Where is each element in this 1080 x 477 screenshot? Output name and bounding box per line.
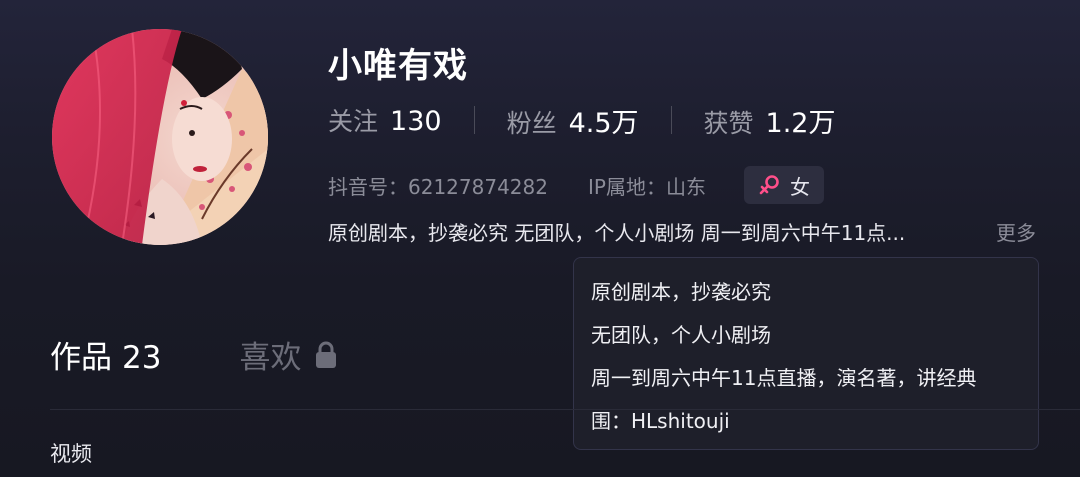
tab-works-count: 23: [122, 340, 162, 376]
section-video-label[interactable]: 视频: [50, 438, 92, 468]
stat-value: 1.2万: [765, 107, 836, 139]
tab-likes[interactable]: 喜欢: [239, 332, 339, 377]
stat-likes-received: 获赞 1.2万: [704, 101, 836, 140]
divider: [670, 106, 672, 134]
profile-meta: 抖音号：62127874282 IP属地：山东 女: [328, 165, 824, 205]
more-button[interactable]: 更多: [996, 217, 1036, 246]
gender-label: 女: [789, 174, 810, 199]
profile-tabs: 作品 23 喜欢: [50, 332, 339, 377]
tab-likes-label: 喜欢: [239, 340, 302, 376]
female-icon: [759, 175, 779, 195]
bio-tooltip: 原创剧本，抄袭必究 无团队，个人小剧场 周一到周六中午11点直播，演名著，讲经典…: [573, 257, 1039, 450]
douyin-id[interactable]: 抖音号：62127874282: [328, 171, 548, 200]
stat-value: 4.5万: [568, 107, 639, 139]
stat-label: 粉丝: [506, 108, 557, 138]
stat-label: 获赞: [703, 108, 754, 138]
tab-works-label: 作品: [50, 340, 112, 376]
bio-line: 原创剧本，抄袭必究: [591, 280, 771, 304]
tab-works[interactable]: 作品 23: [50, 332, 161, 377]
bio-preview: 原创剧本，抄袭必究 无团队，个人小剧场 周一到周六中午11点...: [328, 221, 906, 245]
stat-label: 关注: [328, 107, 379, 136]
profile-name: 小唯有戏: [328, 46, 468, 86]
bio-line: 周一到周六中午11点直播，演名著，讲经典: [591, 366, 977, 390]
stat-following[interactable]: 关注 130: [328, 102, 442, 138]
stat-value: 130: [390, 106, 442, 137]
profile-stats: 关注 130 粉丝 4.5万 获赞 1.2万: [328, 100, 836, 140]
bio-line: 围：HLshitouji: [591, 409, 730, 433]
avatar[interactable]: [52, 29, 268, 245]
divider: [473, 106, 475, 134]
gender-badge: 女: [743, 166, 824, 204]
bio-line: 无团队，个人小剧场: [591, 323, 771, 347]
tabs-divider: [50, 409, 1080, 410]
lock-icon: [316, 341, 337, 368]
stat-followers[interactable]: 粉丝 4.5万: [507, 101, 639, 140]
ip-location: IP属地：山东: [587, 174, 706, 199]
